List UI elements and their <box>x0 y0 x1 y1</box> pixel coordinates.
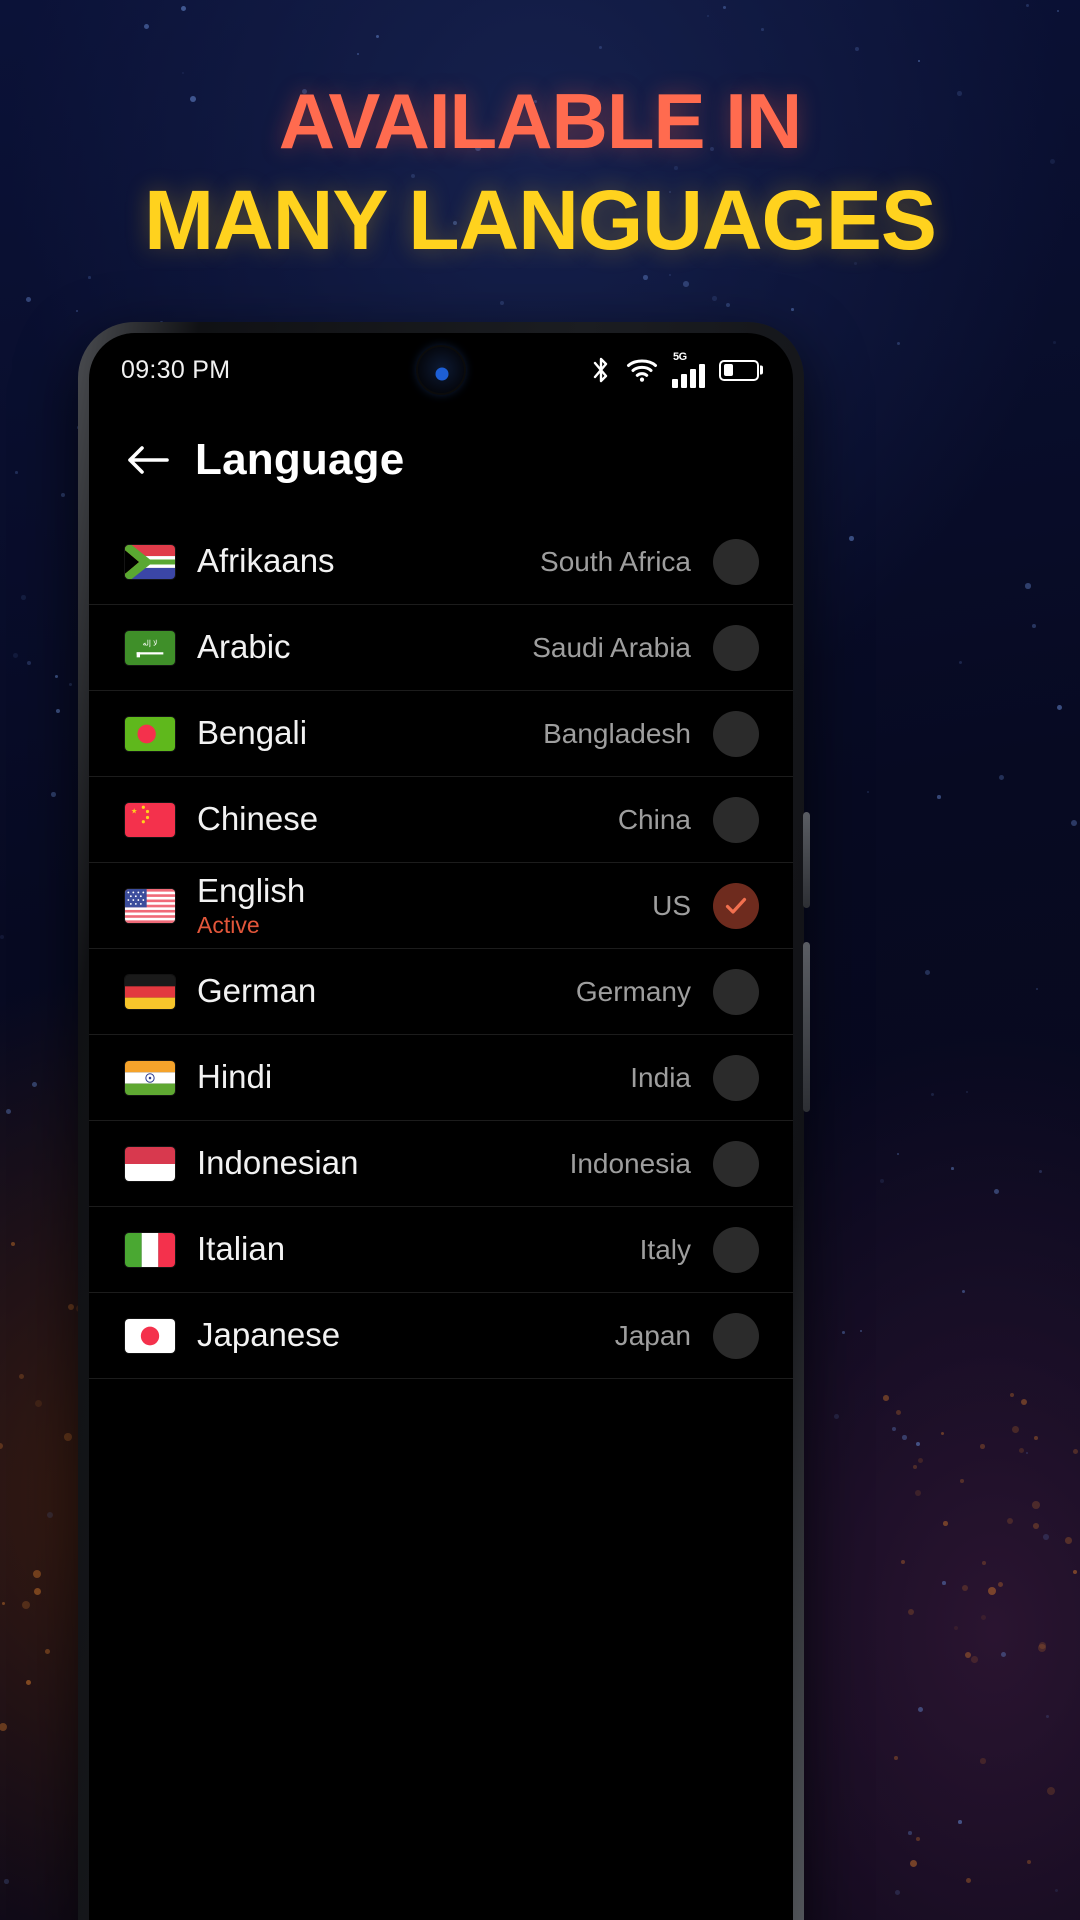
language-name: Arabic <box>197 628 291 666</box>
flag-icon-in <box>125 1060 175 1095</box>
language-name: German <box>197 972 317 1010</box>
language-row[interactable]: Bengali Bangladesh <box>89 691 793 777</box>
language-row[interactable]: German Germany <box>89 949 793 1035</box>
language-label-group: Indonesian <box>197 1144 570 1182</box>
language-name: Indonesian <box>197 1144 359 1182</box>
phone-screen: 09:30 PM 5G Language Afrikaans South Afr… <box>89 333 793 1920</box>
promo-headline-line2: MANY LANGUAGES <box>144 173 937 267</box>
flag-icon-it <box>125 1232 175 1267</box>
language-row[interactable]: Italian Italy <box>89 1207 793 1293</box>
phone-mockup: 09:30 PM 5G Language Afrikaans South Afr… <box>78 322 810 1920</box>
network-type-label: 5G <box>673 351 687 363</box>
wifi-icon <box>626 357 658 383</box>
flag-icon-sa: لا إله <box>125 630 175 665</box>
language-region: Japan <box>614 1319 691 1351</box>
radio-button[interactable] <box>713 710 759 757</box>
radio-button[interactable] <box>713 968 759 1015</box>
flag-icon-us <box>125 888 175 923</box>
language-region: Indonesia <box>569 1147 691 1179</box>
bluetooth-icon <box>590 355 612 385</box>
language-name: English <box>197 871 306 909</box>
language-region: South Africa <box>540 545 691 577</box>
radio-button[interactable] <box>713 1140 759 1187</box>
language-row[interactable]: لا إله Arabic Saudi Arabia <box>89 605 793 691</box>
promo-headline-line1: AVAILABLE IN <box>278 77 802 165</box>
language-name: Japanese <box>197 1316 341 1354</box>
radio-button-selected[interactable] <box>713 882 759 929</box>
language-row[interactable]: Indonesian Indonesia <box>89 1121 793 1207</box>
language-name: Afrikaans <box>197 542 335 580</box>
page-title: Language <box>195 435 405 484</box>
status-bar-time: 09:30 PM <box>121 355 231 384</box>
flag-icon-bd <box>125 716 175 751</box>
language-name: Chinese <box>197 800 319 838</box>
radio-button[interactable] <box>713 624 759 671</box>
status-bar-icons: 5G <box>590 351 759 388</box>
radio-button[interactable] <box>713 1312 759 1359</box>
language-row[interactable]: English Active US <box>89 863 793 949</box>
signal-5g-icon: 5G <box>672 351 705 388</box>
active-status-label: Active <box>197 911 260 938</box>
language-label-group: Arabic <box>197 628 532 666</box>
language-label-group: Bengali <box>197 714 543 752</box>
language-region: China <box>617 803 691 835</box>
promo-headline: AVAILABLE IN MANY LANGUAGES <box>0 82 1080 262</box>
signal-bar-3 <box>690 369 696 388</box>
check-icon <box>725 897 747 914</box>
status-bar: 09:30 PM 5G <box>89 333 793 407</box>
front-camera-punch-hole <box>418 347 464 393</box>
language-row[interactable]: Hindi India <box>89 1035 793 1121</box>
svg-text:لا إله: لا إله <box>143 638 158 647</box>
radio-button[interactable] <box>713 796 759 843</box>
flag-icon-de <box>125 974 175 1009</box>
language-region: US <box>652 889 691 921</box>
language-label-group: Italian <box>197 1230 640 1268</box>
language-region: India <box>630 1061 691 1093</box>
flag-icon-cn <box>125 802 175 837</box>
language-region: Germany <box>575 975 691 1007</box>
battery-fill <box>723 364 733 376</box>
language-region: Saudi Arabia <box>532 631 691 663</box>
signal-bar-1 <box>672 379 678 388</box>
language-label-group: Hindi <box>197 1058 630 1096</box>
language-label-group: Chinese <box>197 800 618 838</box>
signal-bar-4 <box>699 364 705 388</box>
language-row[interactable]: Chinese China <box>89 777 793 863</box>
language-label-group: Afrikaans <box>197 542 540 580</box>
language-label-group: German <box>197 972 576 1010</box>
signal-bar-2 <box>681 374 687 388</box>
app-header: Language <box>89 407 793 519</box>
language-region: Bangladesh <box>543 717 691 749</box>
language-row[interactable]: Afrikaans South Africa <box>89 519 793 605</box>
radio-button[interactable] <box>713 1054 759 1101</box>
back-arrow-icon[interactable] <box>125 437 171 483</box>
flag-icon-za <box>125 544 175 579</box>
language-label-group: English Active <box>197 871 652 938</box>
language-label-group: Japanese <box>197 1316 615 1354</box>
radio-button[interactable] <box>713 1226 759 1273</box>
language-list[interactable]: Afrikaans South Africa لا إله Arabic Saudi A… <box>89 519 793 1379</box>
language-name: Hindi <box>197 1058 273 1096</box>
battery-icon <box>719 359 759 381</box>
language-row[interactable]: Japanese Japan <box>89 1293 793 1379</box>
flag-icon-id <box>125 1146 175 1181</box>
flag-icon-jp <box>125 1318 175 1353</box>
language-region: Italy <box>639 1233 691 1265</box>
language-name: Italian <box>197 1230 286 1268</box>
language-name: Bengali <box>197 714 308 752</box>
radio-button[interactable] <box>713 538 759 585</box>
